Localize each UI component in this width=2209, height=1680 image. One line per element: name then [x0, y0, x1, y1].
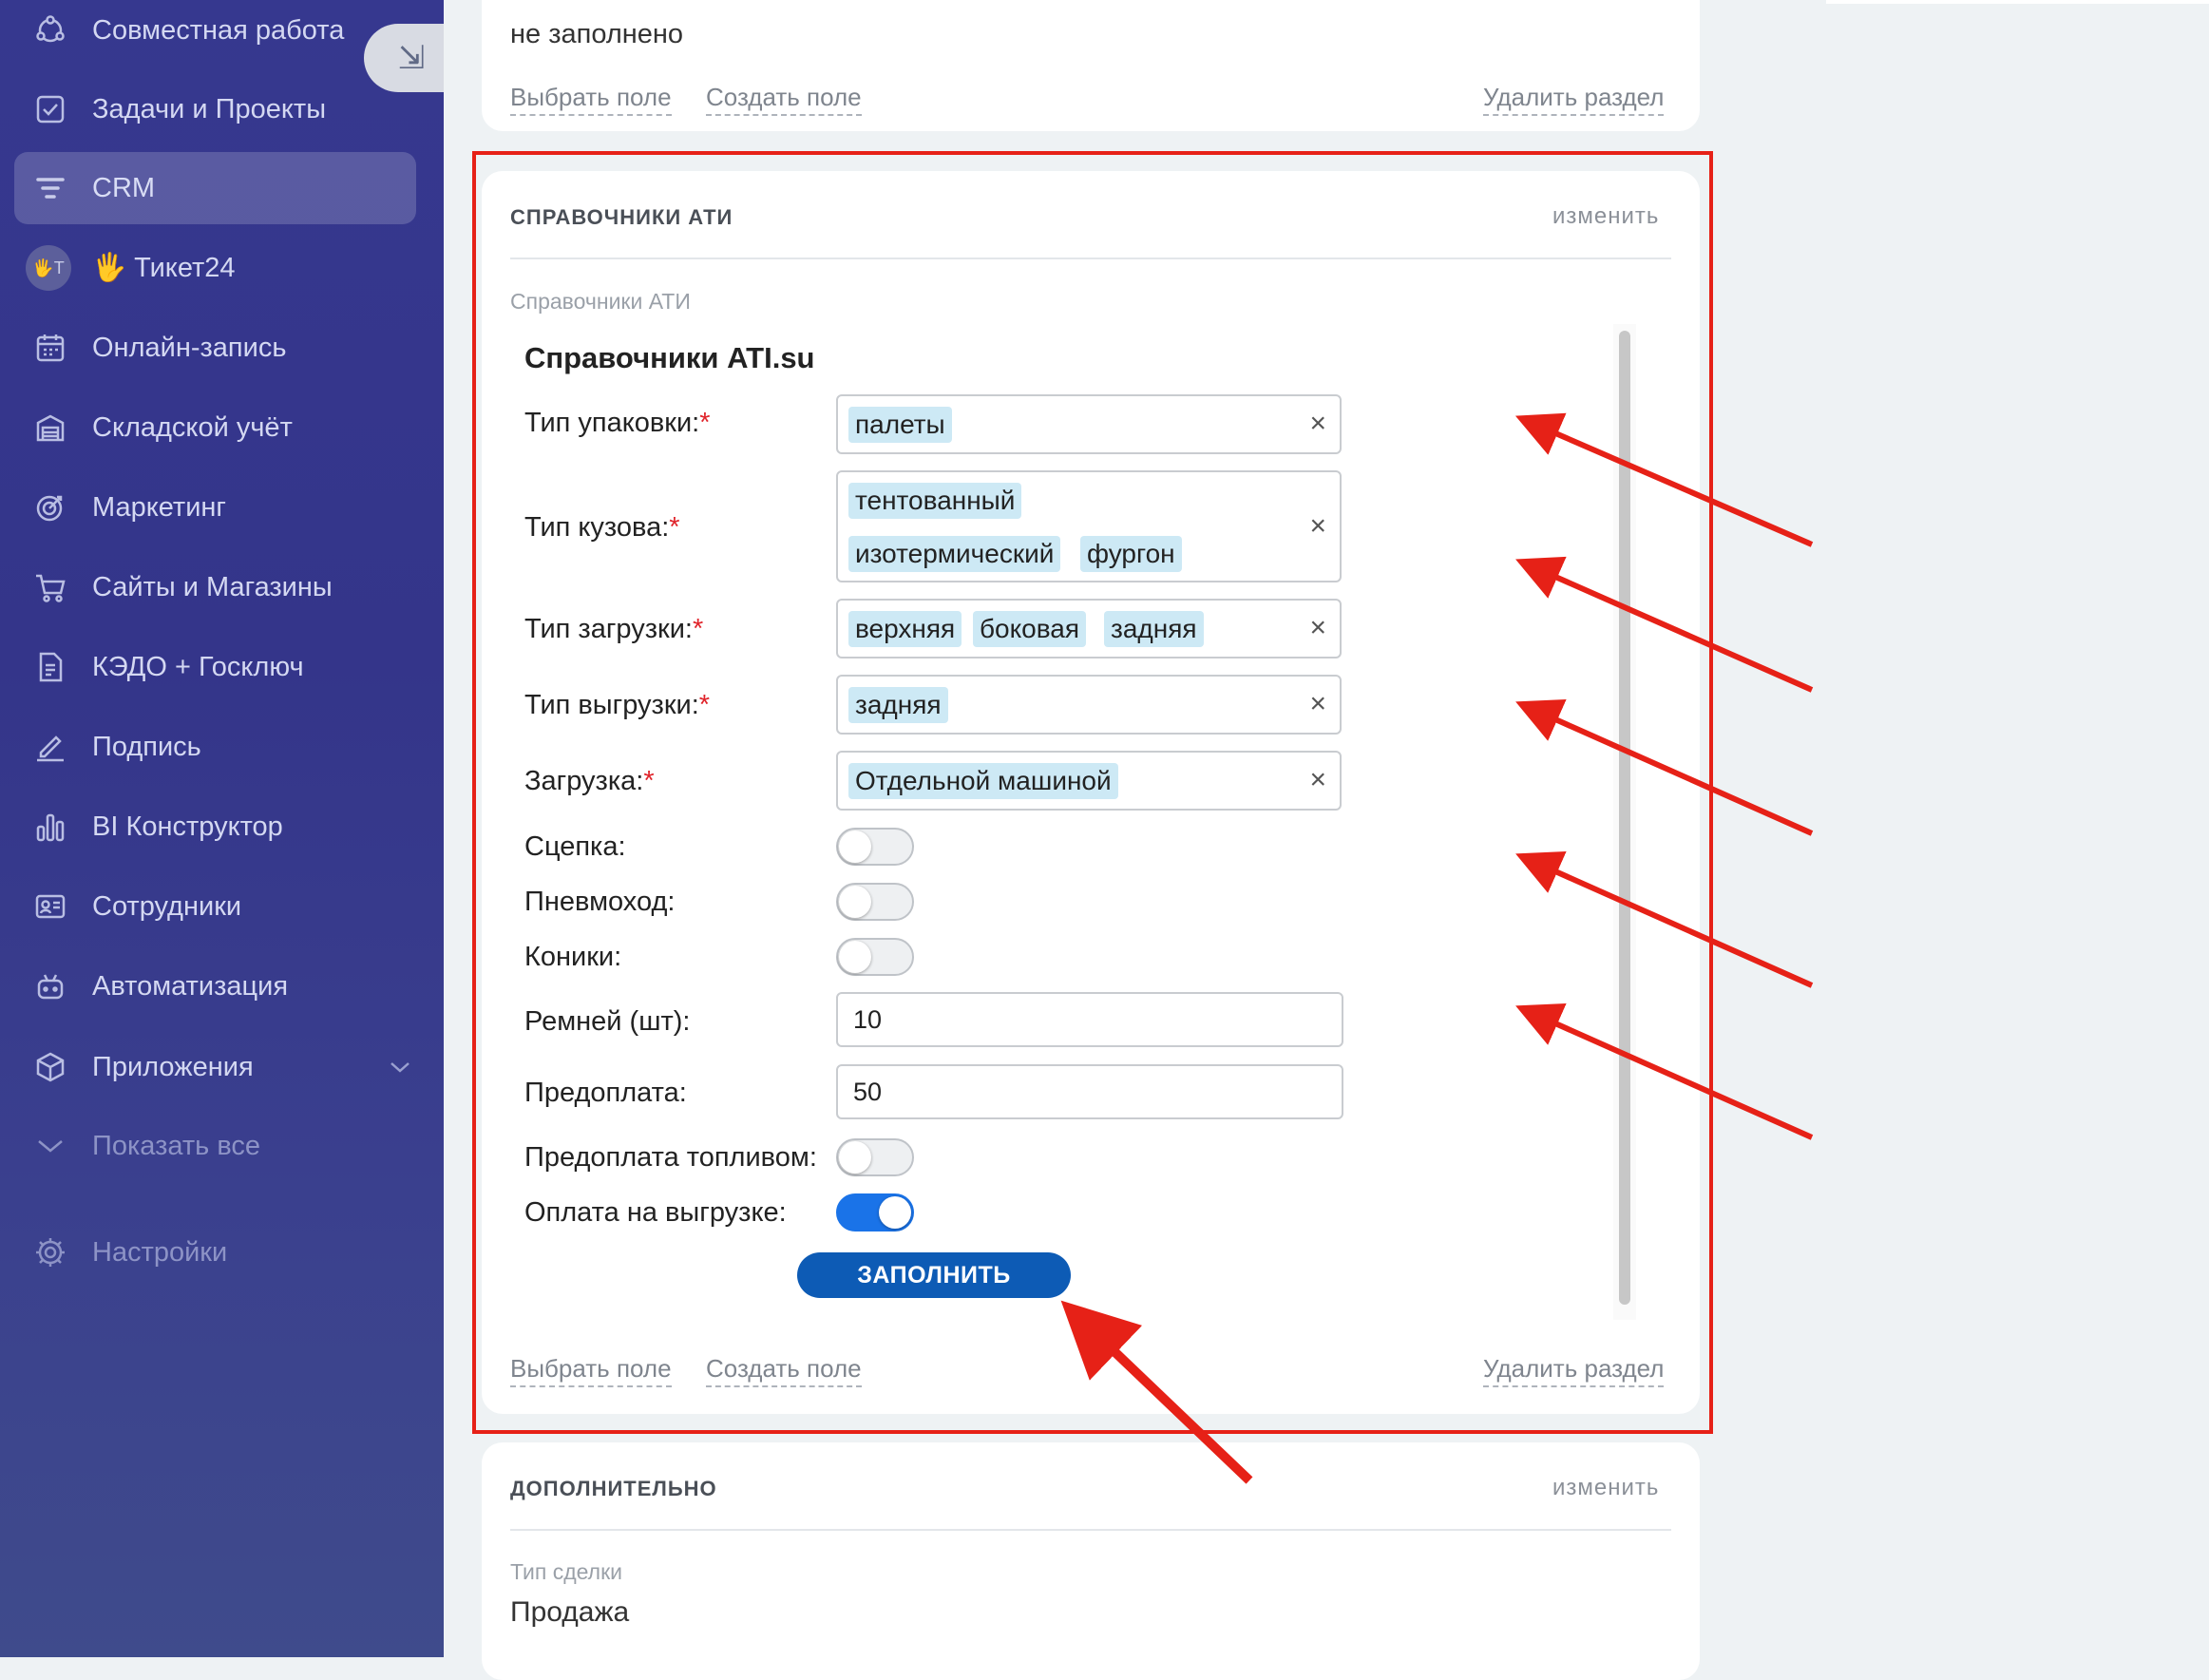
bar-chart-icon — [33, 810, 67, 844]
annotation-highlight-box — [472, 151, 1713, 1434]
delete-section-link[interactable]: Удалить раздел — [1483, 83, 1665, 116]
sidebar-item-show-all[interactable]: Показать все — [14, 1110, 416, 1182]
sidebar-item-warehouse[interactable]: Складской учёт — [14, 391, 416, 464]
create-field-link[interactable]: Создать поле — [706, 83, 862, 116]
sidebar-item-marketing[interactable]: Маркетинг — [14, 471, 416, 544]
sidebar-item-crm[interactable]: CRM — [14, 152, 416, 224]
sidebar-item-employees[interactable]: Сотрудники — [14, 870, 416, 943]
sidebar-item-label: Сайты и Магазины — [92, 572, 333, 602]
sidebar-item-label: Складской учёт — [92, 412, 293, 443]
sidebar-item-kedo[interactable]: КЭДО + Госключ — [14, 631, 416, 703]
cart-icon — [33, 570, 67, 604]
signature-icon — [33, 730, 67, 764]
task-checkbox-icon — [33, 92, 67, 126]
target-icon — [33, 490, 67, 525]
sidebar-item-collaboration[interactable]: Совместная работа — [14, 0, 416, 67]
section-divider — [510, 1529, 1671, 1531]
deal-type-value: Продажа — [510, 1596, 630, 1628]
sidebar-item-label: Приложения — [92, 1052, 254, 1082]
crm-filter-icon — [33, 171, 67, 205]
field-value: не заполнено — [510, 19, 684, 49]
collaboration-icon — [33, 13, 67, 48]
section-edit-link[interactable]: изменить — [1552, 1475, 1659, 1501]
sidebar-item-settings[interactable]: Настройки — [14, 1216, 416, 1289]
sidebar-item-label: Онлайн-запись — [92, 333, 287, 363]
sidebar-item-applications[interactable]: Приложения — [14, 1031, 416, 1103]
sidebar-item-ticket24[interactable]: 🖐T 🖐 Тикет24 — [14, 232, 416, 304]
sidebar: Совместная работа ⇲ Задачи и Проекты CRM… — [0, 0, 459, 1657]
sidebar-item-online-booking[interactable]: Онлайн-запись — [14, 312, 416, 384]
robot-icon — [33, 969, 67, 1003]
sidebar-item-label: Задачи и Проекты — [92, 94, 327, 124]
right-panel-edge — [1826, 0, 2209, 4]
sidebar-item-signature[interactable]: Подпись — [14, 711, 416, 783]
chevron-down-icon — [33, 1129, 67, 1163]
sidebar-item-label: Сотрудники — [92, 891, 242, 922]
sidebar-item-label: BI Конструктор — [92, 811, 283, 842]
sidebar-item-bi-builder[interactable]: BI Конструктор — [14, 791, 416, 863]
sidebar-item-label: Совместная работа — [92, 15, 345, 46]
section-title: ДОПОЛНИТЕЛЬНО — [510, 1477, 717, 1500]
sidebar-item-label: CRM — [92, 173, 156, 203]
sidebar-item-label: Показать все — [92, 1131, 261, 1161]
sidebar-item-label: 🖐 Тикет24 — [92, 253, 236, 283]
sidebar-item-label: Автоматизация — [92, 971, 289, 1002]
chevron-down-icon[interactable] — [387, 1054, 413, 1080]
sidebar-item-label: Подпись — [92, 732, 201, 762]
sidebar-item-automation[interactable]: Автоматизация — [14, 950, 416, 1022]
sidebar-item-label: Маркетинг — [92, 492, 226, 523]
collapse-arrow-icon: ⇲ — [397, 40, 426, 76]
calendar-icon — [33, 331, 67, 365]
sidebar-item-label: Настройки — [92, 1237, 228, 1268]
select-field-link[interactable]: Выбрать поле — [510, 83, 672, 116]
sidebar-item-tasks[interactable]: Задачи и Проекты — [14, 73, 416, 145]
cube-icon — [33, 1050, 67, 1084]
employees-icon — [33, 889, 67, 924]
hand-badge-icon: 🖐T — [26, 245, 71, 291]
document-icon — [33, 650, 67, 684]
sidebar-item-sites-shops[interactable]: Сайты и Магазины — [14, 551, 416, 623]
warehouse-icon — [33, 410, 67, 445]
gear-icon — [33, 1235, 67, 1270]
field-label: Тип сделки — [510, 1559, 623, 1584]
sidebar-item-label: КЭДО + Госключ — [92, 652, 304, 682]
